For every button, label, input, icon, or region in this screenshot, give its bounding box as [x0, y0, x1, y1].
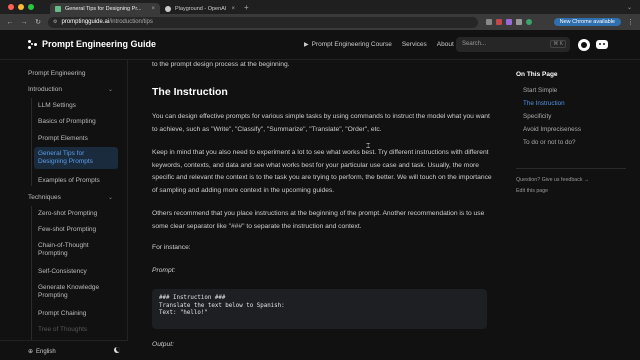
sidebar-item-few-shot[interactable]: Few-shot Prompting — [38, 226, 96, 234]
search-placeholder: Search... — [462, 41, 487, 47]
sidebar-item-introduction[interactable]: Introduction — [28, 86, 62, 94]
main-content: to the prompt design process at the begi… — [128, 60, 510, 360]
paragraph-experiment: Keep in mind that you also need to exper… — [152, 149, 492, 194]
site-logo-icon[interactable] — [28, 40, 38, 50]
browser-tab-guide[interactable]: General Tips for Designing Pr... × — [50, 3, 160, 14]
sidebar-item-generate-knowledge[interactable]: Generate Knowledge Prompting — [38, 284, 106, 300]
chevron-down-icon[interactable]: ⌄ — [108, 86, 113, 93]
browser-tab-playground[interactable]: Playground - OpenAI API × — [160, 3, 240, 14]
sidebar-item-self-consistency[interactable]: Self-Consistency — [38, 268, 87, 276]
nav-link-about[interactable]: About — [437, 41, 454, 48]
paragraph-instruction: You can design effective prompts for var… — [152, 113, 490, 133]
nav-link-course[interactable]: ▶ Prompt Engineering Course — [304, 41, 392, 48]
paragraph-for-instance: For instance: — [152, 244, 191, 251]
close-window-button[interactable] — [8, 4, 14, 10]
sidebar-item-techniques[interactable]: Techniques — [28, 194, 61, 202]
close-tab-icon[interactable]: × — [231, 6, 235, 12]
sidebar-item-chain-of-thought[interactable]: Chain-of-Thought Prompting — [38, 242, 108, 258]
sidebar-nav: Prompt Engineering Introduction ⌄ LLM Se… — [0, 60, 128, 360]
openai-favicon-icon — [165, 5, 171, 12]
toc-divider — [516, 168, 626, 169]
theme-toggle-moon-icon[interactable] — [114, 347, 120, 353]
top-nav: ▶ Prompt Engineering Course Services Abou… — [304, 41, 454, 48]
play-icon: ▶ — [304, 42, 309, 48]
search-input[interactable]: Search... ⌘ K — [456, 37, 570, 52]
extension-icon[interactable] — [516, 19, 522, 25]
url-host: promptingguide.ai — [61, 19, 110, 25]
sidebar-footer: ⊕ English — [0, 340, 128, 360]
extension-icon[interactable] — [506, 19, 512, 25]
section-heading: The Instruction — [152, 86, 228, 98]
tab-label: General Tips for Designing Pr... — [65, 5, 142, 12]
extension-icon[interactable] — [496, 19, 502, 25]
extension-icon[interactable] — [486, 19, 492, 25]
edit-page-link[interactable]: Edit this page — [516, 188, 548, 194]
table-of-contents: On This Page Start Simple The Instructio… — [510, 60, 640, 360]
mouse-cursor-icon: ⌶ — [366, 143, 371, 150]
sidebar-item-prompt-engineering[interactable]: Prompt Engineering — [28, 70, 85, 78]
new-tab-button[interactable]: + — [244, 3, 249, 12]
minimize-window-button[interactable] — [18, 4, 24, 10]
globe-icon: ⊕ — [28, 349, 34, 355]
url-path: /introduction/tips — [109, 19, 153, 25]
paragraph-placement: Others recommend that you place instruct… — [152, 210, 485, 230]
output-label: Output: — [152, 341, 174, 348]
site-info-icon[interactable]: ⚙ — [53, 19, 57, 25]
toc-item-specificity[interactable]: Specificity — [523, 113, 551, 120]
sidebar-guide-line — [31, 206, 32, 360]
tab-search-chevron-icon[interactable]: ⌄ — [627, 4, 632, 11]
sidebar-item-prompt-chaining[interactable]: Prompt Chaining — [38, 310, 86, 318]
toc-item-to-do-or-not[interactable]: To do or not to do? — [523, 139, 576, 146]
toc-item-the-instruction[interactable]: The Instruction — [523, 100, 565, 107]
feedback-link[interactable]: Question? Give us feedback → — [516, 177, 589, 183]
sidebar-item-examples[interactable]: Examples of Prompts — [38, 177, 100, 185]
extensions-area — [486, 19, 532, 25]
chrome-update-badge[interactable]: New Chrome available — [553, 18, 621, 26]
sidebar-item-llm-settings[interactable]: LLM Settings — [38, 102, 76, 110]
discord-icon[interactable] — [596, 40, 608, 49]
prompt-label: Prompt: — [152, 267, 176, 274]
browser-toolbar: ← → ↻ ⚙ promptingguide.ai/introduction/t… — [0, 14, 640, 30]
chevron-down-icon[interactable]: ⌄ — [108, 194, 113, 201]
site-header: Prompt Engineering Guide ▶ Prompt Enginee… — [0, 30, 640, 60]
nav-link-services[interactable]: Services — [402, 41, 427, 48]
toc-item-avoid-impreciseness[interactable]: Avoid Impreciseness — [523, 126, 581, 133]
sidebar-item-prompt-elements[interactable]: Prompt Elements — [38, 135, 88, 143]
back-arrow-icon[interactable]: ← — [6, 19, 14, 26]
code-block: ### Instruction ### Translate the text b… — [152, 289, 487, 329]
address-bar[interactable]: ⚙ promptingguide.ai/introduction/tips — [48, 16, 478, 28]
site-favicon-icon — [55, 5, 61, 12]
window-controls — [0, 4, 50, 10]
toc-title: On This Page — [516, 71, 558, 78]
browser-menu-icon[interactable]: ⋮ — [627, 18, 634, 26]
forward-arrow-icon[interactable]: → — [20, 19, 28, 26]
sidebar-item-tree-of-thoughts[interactable]: Tree of Thoughts — [38, 326, 87, 334]
sidebar-item-zero-shot[interactable]: Zero-shot Prompting — [38, 210, 97, 218]
sidebar-item-general-tips[interactable]: General Tips for Designing Prompts — [34, 147, 118, 169]
site-brand[interactable]: Prompt Engineering Guide — [42, 39, 156, 49]
intro-paragraph-tail: to the prompt design process at the begi… — [152, 61, 290, 68]
reload-icon[interactable]: ↻ — [34, 18, 42, 26]
sidebar-guide-line — [31, 98, 32, 186]
browser-tab-bar: General Tips for Designing Pr... × Playg… — [0, 0, 640, 14]
sidebar-item-basics[interactable]: Basics of Prompting — [38, 118, 96, 126]
language-selector[interactable]: ⊕ English — [28, 348, 56, 356]
tab-label: Playground - OpenAI API — [175, 5, 227, 12]
profile-avatar-icon[interactable] — [526, 19, 532, 25]
search-shortcut-hint: ⌘ K — [550, 40, 566, 48]
zoom-window-button[interactable] — [28, 4, 34, 10]
github-icon[interactable] — [578, 39, 590, 51]
toc-item-start-simple[interactable]: Start Simple — [523, 87, 557, 94]
close-tab-icon[interactable]: × — [151, 6, 155, 12]
